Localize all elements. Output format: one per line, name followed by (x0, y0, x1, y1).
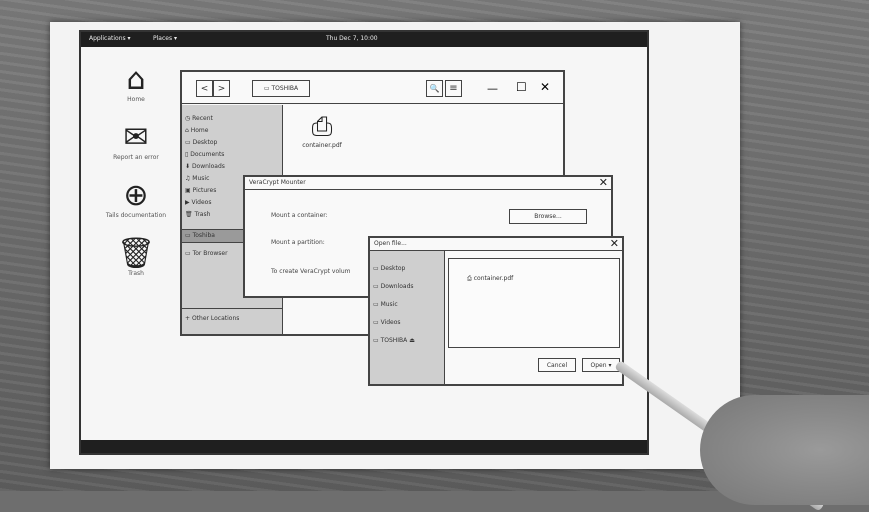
open-dialog-places: ▭ Desktop ▭ Downloads ▭ Music ▭ Videos ▭… (370, 251, 445, 384)
mount-partition-label: Mount a partition: (271, 239, 325, 246)
forward-button[interactable]: > (213, 80, 230, 97)
bottom-panel (81, 440, 647, 453)
place-desktop[interactable]: ▭ Desktop (370, 260, 444, 278)
top-panel: Applications ▾ Places ▾ Thu Dec 7, 10:00 (81, 32, 647, 47)
eject-icon[interactable]: ⏏ (409, 337, 415, 344)
mail-icon: ✉ (123, 120, 149, 155)
desktop-icon-report[interactable]: ✉ Report an error (91, 120, 181, 162)
sidebar-item-documents[interactable]: ▯ Documents (182, 149, 282, 161)
applications-menu[interactable]: Applications ▾ (89, 35, 131, 42)
sidebar-item-home[interactable]: ⌂ Home (182, 125, 282, 137)
lifebuoy-icon: ⊕ (123, 178, 149, 213)
sidebar-item-downloads[interactable]: ⬇ Downloads (182, 161, 282, 173)
clock: Thu Dec 7, 10:00 (326, 35, 378, 42)
place-videos[interactable]: ▭ Videos (370, 314, 444, 332)
cancel-button[interactable]: Cancel (538, 358, 576, 372)
desktop-icon-label: Report an error (113, 154, 159, 161)
chevron-down-icon: ▾ (608, 361, 612, 369)
hand (700, 395, 869, 505)
pdf-file-icon: ⎙ (467, 275, 472, 282)
file-list: ⎙ container.pdf (448, 258, 620, 348)
close-icon[interactable]: ✕ (610, 237, 619, 250)
desktop-icon-label: Trash (128, 270, 144, 277)
other-locations-button[interactable]: + Other Locations (182, 313, 239, 325)
home-icon: ⌂ (126, 62, 146, 97)
places-menu[interactable]: Places ▾ (153, 35, 177, 42)
search-icon[interactable]: 🔍 (426, 80, 443, 97)
open-file-dialog: Open file... ✕ ▭ Desktop ▭ Downloads ▭ M… (368, 236, 624, 386)
veracrypt-title: VeraCrypt Mounter (245, 177, 611, 190)
menu-icon[interactable]: ≡ (445, 80, 462, 97)
maximize-icon[interactable]: ☐ (516, 80, 527, 94)
desktop-icon-label: Home (127, 96, 145, 103)
trash-icon: 🗑 (116, 236, 156, 271)
close-icon[interactable]: ✕ (540, 80, 550, 94)
create-volume-text: To create VeraCrypt volum (271, 268, 351, 275)
open-button[interactable]: Open ▾ (582, 358, 620, 372)
file-item-container-pdf[interactable]: ⎙ container.pdf (292, 112, 352, 149)
desktop-icon-label: Tails documentation (105, 212, 167, 219)
pdf-file-icon: ⎙ (311, 112, 333, 142)
desktop-icon-docs[interactable]: ⊕ Tails documentation (91, 178, 181, 220)
mount-container-label: Mount a container: (271, 212, 328, 219)
sidebar-item-desktop[interactable]: ▭ Desktop (182, 137, 282, 149)
open-dialog-title: Open file... (370, 238, 622, 251)
place-downloads[interactable]: ▭ Downloads (370, 278, 444, 296)
browse-button[interactable]: Browse... (509, 209, 587, 224)
place-music[interactable]: ▭ Music (370, 296, 444, 314)
file-row-container-pdf[interactable]: ⎙ container.pdf (467, 275, 513, 283)
location-label: TOSHIBA (271, 85, 299, 92)
location-toshiba-button[interactable]: ▭ TOSHIBA (252, 80, 310, 97)
place-toshiba[interactable]: ▭ TOSHIBA ⏏ (370, 332, 444, 350)
back-button[interactable]: < (196, 80, 213, 97)
desktop-icon-home[interactable]: ⌂ Home (91, 62, 181, 104)
minimize-icon[interactable]: — (487, 82, 498, 95)
desktop-icon-trash[interactable]: 🗑 Trash (91, 236, 181, 278)
file-name-label: container.pdf (302, 142, 342, 149)
sidebar-item-recent[interactable]: ◷ Recent (182, 113, 282, 125)
close-icon[interactable]: ✕ (599, 176, 608, 189)
